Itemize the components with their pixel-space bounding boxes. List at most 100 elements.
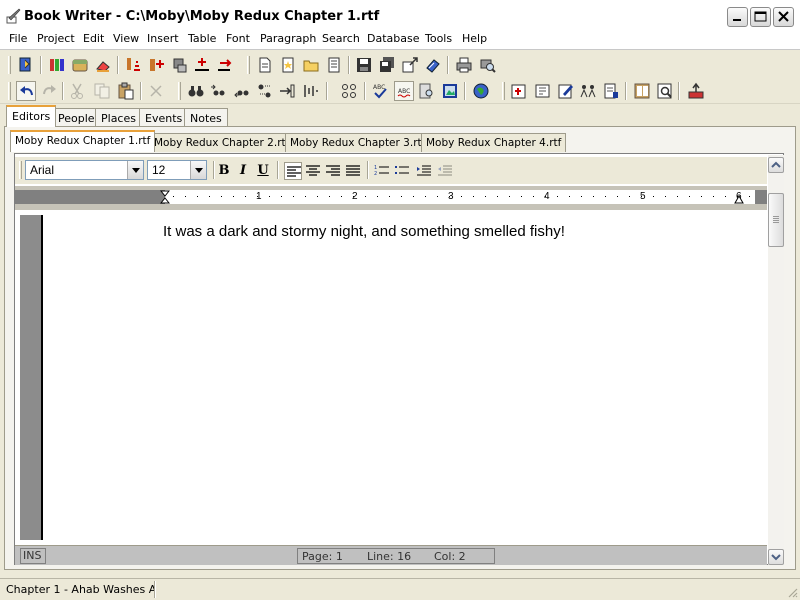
add-chapter-button[interactable] [147, 55, 167, 75]
title-bar[interactable]: Book Writer - C:\Moby\Moby Redux Chapter… [0, 0, 800, 32]
save-all-button[interactable] [377, 55, 397, 75]
project-button[interactable] [16, 55, 36, 75]
books-button[interactable] [47, 55, 67, 75]
chevron-down-icon[interactable] [190, 161, 206, 179]
insert-mode-indicator[interactable]: INS [20, 548, 46, 564]
save-button[interactable] [354, 55, 374, 75]
preview-button[interactable] [655, 81, 675, 101]
tab-editors[interactable]: Editors [6, 105, 57, 127]
scroll-thumb[interactable] [768, 193, 784, 247]
print-preview-button[interactable] [477, 55, 497, 75]
menu-search[interactable]: Search [322, 32, 360, 45]
eraser-button[interactable] [93, 55, 113, 75]
chevron-down-icon[interactable] [127, 161, 143, 179]
move-line-button[interactable] [215, 55, 235, 75]
web-button[interactable] [471, 81, 491, 101]
copy-button[interactable] [92, 81, 112, 101]
new-document-button[interactable] [255, 55, 275, 75]
menu-file[interactable]: File [9, 32, 27, 45]
edit-button[interactable] [556, 81, 576, 101]
export-button[interactable] [400, 55, 420, 75]
thesaurus-button[interactable] [416, 81, 436, 101]
cut-button[interactable] [67, 81, 87, 101]
notes-button[interactable] [324, 55, 344, 75]
scan-button[interactable] [601, 81, 621, 101]
toolbar-grip[interactable] [247, 56, 250, 74]
toolbar-grip[interactable] [178, 82, 181, 100]
document-text[interactable]: It was a dark and stormy night, and some… [163, 223, 565, 240]
toolbar-grip[interactable] [19, 161, 22, 179]
indent-button[interactable] [415, 162, 433, 180]
menu-project[interactable]: Project [37, 32, 75, 45]
redo-button[interactable] [39, 81, 59, 101]
undo-button[interactable] [16, 81, 36, 101]
spell-as-you-type-button[interactable]: ABC [394, 81, 414, 101]
menu-font[interactable]: Font [226, 32, 250, 45]
doc-tab-chapter-2[interactable]: Moby Redux Chapter 2.rtf [149, 133, 295, 152]
bullet-list-button[interactable] [393, 162, 411, 180]
font-name-select[interactable]: Arial [25, 160, 144, 180]
font-size-select[interactable]: 12 [147, 160, 207, 180]
ruler[interactable]: 1 2 3 4 5 6 [15, 186, 767, 210]
doc-tab-chapter-3[interactable]: Moby Redux Chapter 3.rtf [285, 133, 431, 152]
find-next-button[interactable] [208, 81, 228, 101]
spellcheck-button[interactable]: ABC [370, 81, 390, 101]
left-indent-marker-icon[interactable] [160, 190, 170, 204]
menu-edit[interactable]: Edit [83, 32, 104, 45]
align-right-button[interactable] [324, 162, 342, 180]
menu-database[interactable]: Database [367, 32, 420, 45]
menu-tools[interactable]: Tools [425, 32, 452, 45]
replace-button[interactable] [255, 81, 275, 101]
toolbar-grip[interactable] [502, 82, 505, 100]
puzzle-button[interactable] [170, 55, 190, 75]
goto-button[interactable] [277, 81, 297, 101]
tab-people[interactable]: People [52, 108, 101, 127]
vertical-scrollbar[interactable] [768, 155, 784, 565]
new-star-button[interactable] [278, 55, 298, 75]
scroll-up-button[interactable] [768, 157, 784, 173]
new-chapter-button[interactable] [533, 81, 553, 101]
numbered-list-button[interactable]: 12 [373, 162, 391, 180]
wordcount-button[interactable] [301, 81, 321, 101]
tab-events[interactable]: Events [139, 108, 189, 127]
justify-button[interactable] [344, 162, 362, 180]
tab-places[interactable]: Places [95, 108, 142, 127]
menu-help[interactable]: Help [462, 32, 487, 45]
align-left-button[interactable] [284, 162, 302, 180]
outdent-button[interactable] [436, 162, 454, 180]
people-button[interactable] [578, 81, 598, 101]
picture-button[interactable] [440, 81, 460, 101]
print-button[interactable] [454, 55, 474, 75]
cross-ref-button[interactable] [339, 81, 359, 101]
sort-asc-button[interactable] [124, 55, 144, 75]
open-folder-button[interactable] [301, 55, 321, 75]
right-indent-marker-icon[interactable] [734, 190, 744, 204]
menu-table[interactable]: Table [188, 32, 216, 45]
find-button[interactable] [186, 81, 206, 101]
book-button[interactable] [632, 81, 652, 101]
align-center-button[interactable] [304, 162, 322, 180]
tab-notes[interactable]: Notes [184, 108, 228, 127]
doc-tab-chapter-1[interactable]: Moby Redux Chapter 1.rtf [10, 130, 156, 152]
find-prev-button[interactable] [232, 81, 252, 101]
document-editor[interactable] [14, 153, 784, 565]
insert-line-button[interactable] [192, 55, 212, 75]
maximize-button[interactable] [750, 7, 771, 27]
scroll-down-button[interactable] [768, 549, 784, 565]
toolbar-grip[interactable] [8, 56, 11, 74]
publish-button[interactable] [423, 55, 443, 75]
minimize-button[interactable] [727, 7, 748, 27]
resize-grip-icon[interactable] [786, 586, 798, 598]
delete-button[interactable] [146, 81, 166, 101]
paste-button[interactable] [116, 81, 136, 101]
italic-button[interactable]: I [234, 162, 252, 180]
database-button[interactable] [70, 55, 90, 75]
close-button[interactable] [773, 7, 794, 27]
submit-button[interactable] [686, 81, 706, 101]
new-project-button[interactable] [509, 81, 529, 101]
menu-insert[interactable]: Insert [147, 32, 179, 45]
bold-button[interactable]: B [215, 162, 233, 180]
menu-paragraph[interactable]: Paragraph [260, 32, 316, 45]
menu-view[interactable]: View [113, 32, 139, 45]
toolbar-grip[interactable] [8, 82, 11, 100]
